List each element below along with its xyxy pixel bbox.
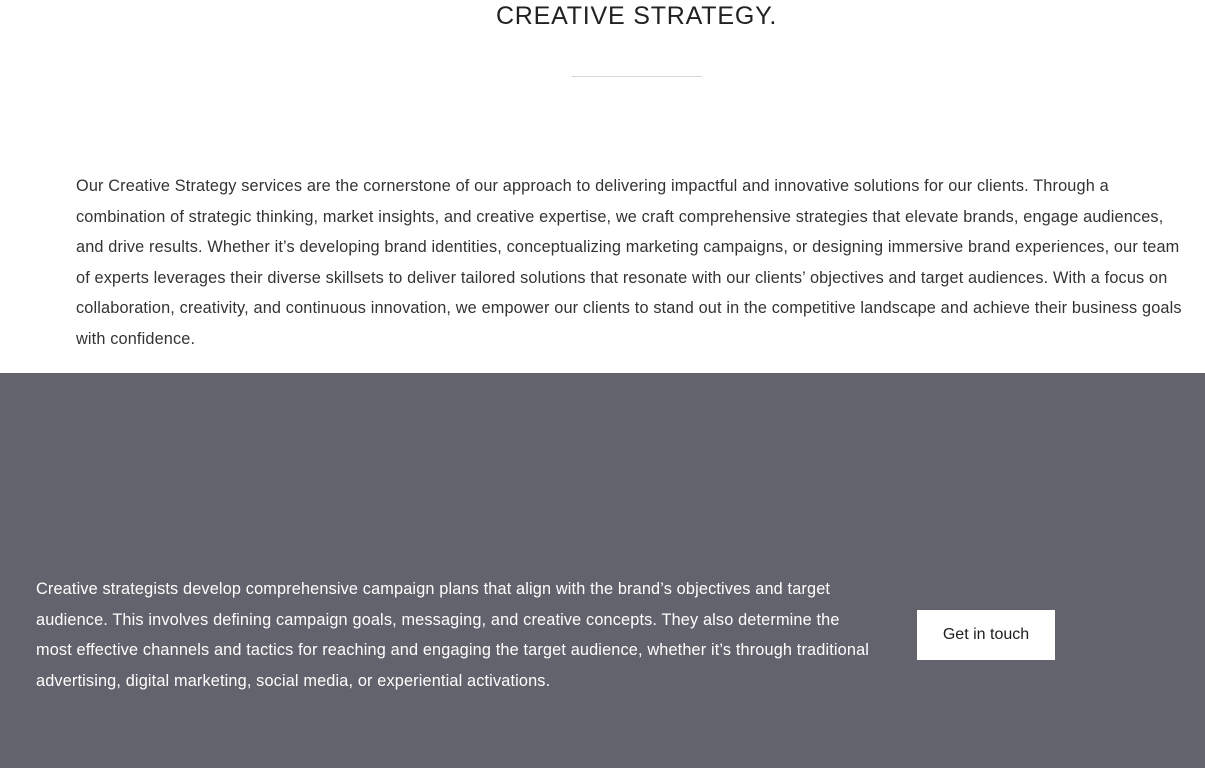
page-title: CREATIVE STRATEGY.: [495, 2, 778, 30]
campaign-planning-band: Creative strategists develop comprehensi…: [0, 373, 1205, 768]
creative-strategy-section: CREATIVE STRATEGY. Our Creative Strategy…: [0, 0, 1205, 373]
title-divider: [572, 76, 702, 77]
get-in-touch-button[interactable]: Get in touch: [917, 610, 1055, 660]
band-paragraph: Creative strategists develop comprehensi…: [36, 580, 870, 690]
intro-paragraph: Our Creative Strategy services are the c…: [76, 177, 1182, 348]
